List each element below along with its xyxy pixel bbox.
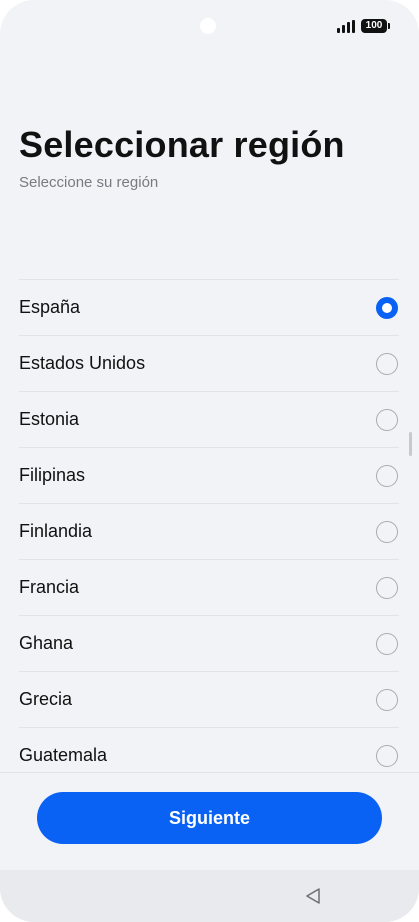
navigation-bar: [0, 870, 419, 922]
region-label: Finlandia: [19, 521, 93, 541]
region-item[interactable]: Grecia: [19, 672, 399, 728]
phone-screen: 100 Seleccionar región Seleccione su reg…: [0, 0, 419, 922]
signal-icon: [337, 19, 355, 33]
radio-button-selected[interactable]: [376, 296, 398, 319]
region-item[interactable]: Francia: [19, 560, 399, 616]
footer: Siguiente: [0, 772, 419, 870]
radio-button[interactable]: [376, 464, 398, 487]
region-label: Grecia: [19, 689, 73, 709]
radio-button[interactable]: [376, 632, 398, 655]
radio-button[interactable]: [376, 576, 398, 599]
region-label: Estonia: [19, 409, 80, 429]
page-title: Seleccionar región: [19, 124, 345, 165]
region-label: Filipinas: [19, 465, 86, 485]
region-list: España Estados Unidos Estonia Filipinas …: [19, 279, 399, 784]
region-item[interactable]: Filipinas: [19, 448, 399, 504]
status-bar: 100: [337, 19, 390, 33]
region-item[interactable]: Finlandia: [19, 504, 399, 560]
front-camera: [200, 18, 216, 34]
region-item[interactable]: Estados Unidos: [19, 336, 399, 392]
region-label: España: [19, 297, 81, 317]
region-item[interactable]: Ghana: [19, 616, 399, 672]
region-item[interactable]: España: [19, 280, 399, 336]
page-subtitle: Seleccione su región: [19, 174, 159, 191]
next-button[interactable]: Siguiente: [37, 792, 382, 844]
region-label: Ghana: [19, 633, 74, 653]
radio-button[interactable]: [376, 744, 398, 767]
radio-button[interactable]: [376, 352, 398, 375]
region-item[interactable]: Estonia: [19, 392, 399, 448]
region-label: Francia: [19, 577, 80, 597]
radio-button[interactable]: [376, 520, 398, 543]
region-label: Estados Unidos: [19, 353, 146, 373]
radio-button[interactable]: [376, 408, 398, 431]
region-label: Guatemala: [19, 745, 108, 765]
scrollbar-thumb[interactable]: [409, 432, 412, 456]
battery-icon: 100: [361, 19, 390, 33]
radio-button[interactable]: [376, 688, 398, 711]
back-triangle-icon[interactable]: [305, 887, 321, 905]
